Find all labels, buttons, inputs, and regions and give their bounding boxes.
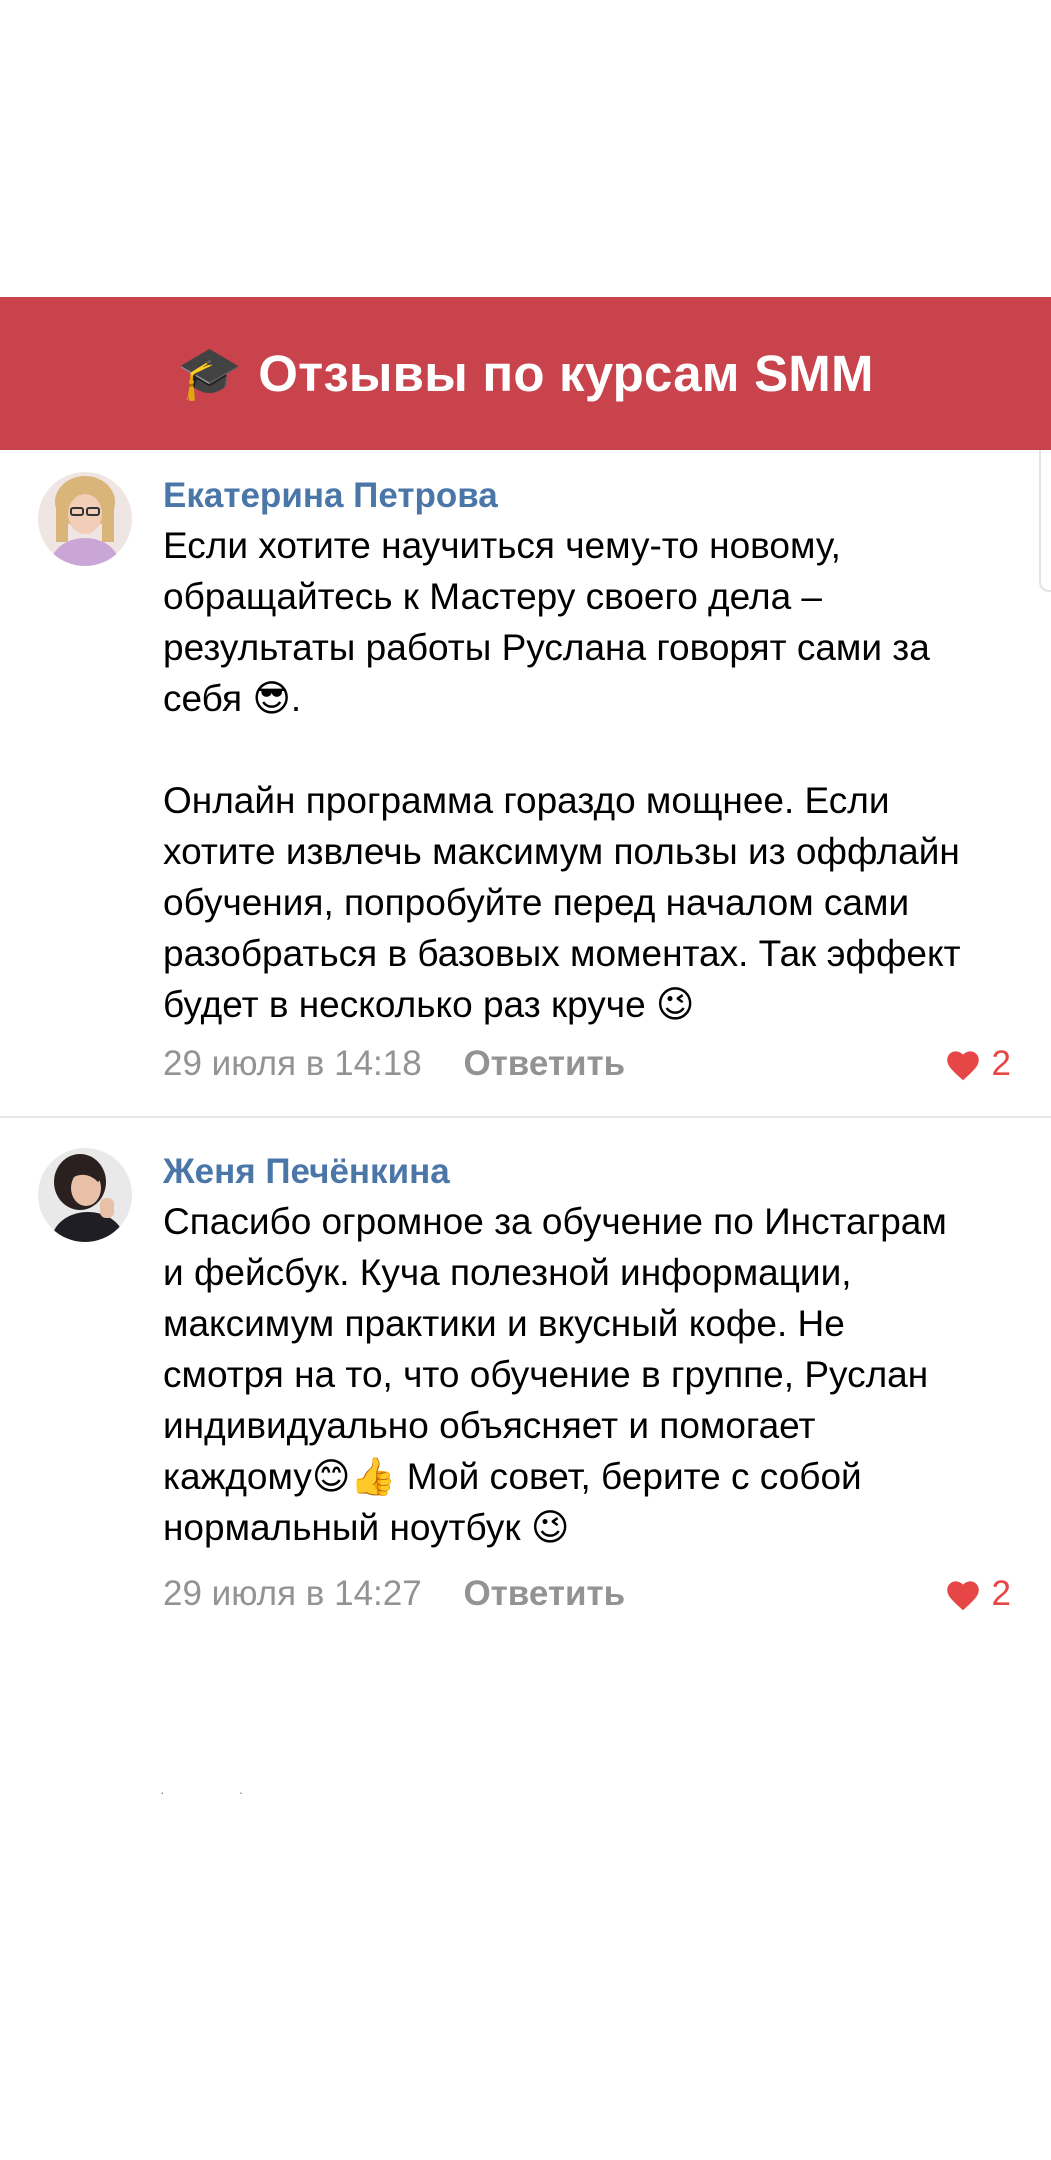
- like-count: 2: [991, 1044, 1011, 1083]
- comment-author[interactable]: Екатерина Петрова: [163, 476, 498, 516]
- comment-author[interactable]: Женя Печёнкина: [163, 1152, 450, 1192]
- comment-item: Женя Печёнкина Спасибо огромное за обуче…: [0, 1118, 1051, 1638]
- comment-meta: 29 июля в 14:18 Ответить 2: [163, 1044, 1011, 1084]
- comment-text: Если хотите научиться чему-то новому, об…: [163, 525, 961, 1025]
- heart-icon: [946, 1581, 979, 1611]
- comment-date: 29 июля в 14:18: [163, 1044, 422, 1083]
- reply-button[interactable]: Ответить: [463, 1574, 625, 1614]
- heart-icon: [946, 1051, 979, 1081]
- artifact-dots: · ·: [160, 1784, 244, 1800]
- avatar[interactable]: [38, 1148, 132, 1242]
- like-button[interactable]: 2: [944, 1044, 1011, 1084]
- like-count: 2: [991, 1574, 1011, 1613]
- comment-meta: 29 июля в 14:27 Ответить 2: [163, 1574, 1011, 1614]
- graduation-cap-icon: 🎓: [177, 344, 243, 403]
- comment-date: 29 июля в 14:27: [163, 1574, 422, 1613]
- comment-item: Екатерина Петрова Если хотите научиться …: [0, 450, 1051, 1116]
- comment-text: Спасибо огромное за обучение по Инстагра…: [163, 1201, 947, 1548]
- reviews-banner: 🎓 Отзывы по курсам SMM: [0, 297, 1051, 450]
- reply-button[interactable]: Ответить: [463, 1044, 625, 1084]
- banner-title: Отзывы по курсам SMM: [258, 345, 874, 402]
- like-button[interactable]: 2: [944, 1574, 1011, 1614]
- avatar[interactable]: [38, 472, 132, 566]
